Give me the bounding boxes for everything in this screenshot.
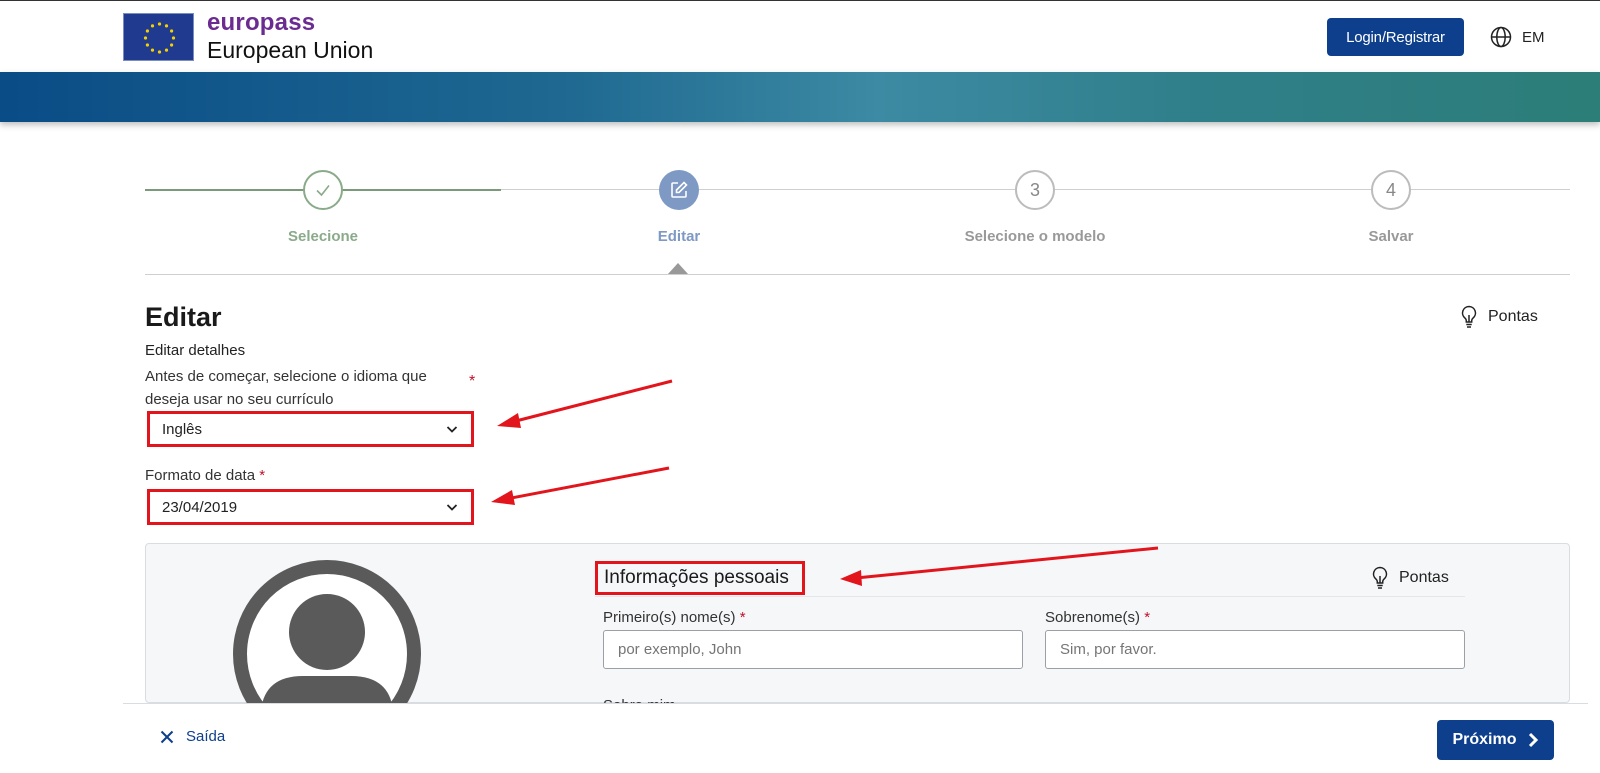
active-step-caret — [668, 263, 688, 274]
chevron-down-icon — [446, 504, 458, 511]
date-format-select[interactable]: 23/04/2019 — [147, 489, 474, 525]
eu-flag-icon[interactable] — [123, 13, 194, 61]
header-banner — [0, 72, 1600, 122]
date-format-label-text: Formato de data — [145, 467, 256, 484]
tips-button[interactable]: Pontas — [1460, 305, 1538, 329]
personal-info-title: Informações pessoais — [595, 561, 805, 595]
step-number: 3 — [1015, 170, 1055, 210]
chevron-right-icon — [1528, 732, 1538, 748]
exit-label: Saída — [186, 728, 226, 745]
progress-stepper: Selecione Editar 3 Selecione o modelo 4 … — [145, 166, 1570, 276]
login-register-button[interactable]: Login/Registrar — [1327, 18, 1464, 56]
step-label: Editar — [657, 228, 701, 245]
step-number: 4 — [1371, 170, 1411, 210]
last-name-label: Sobrenome(s) * — [1045, 609, 1150, 626]
section-subtitle: Editar detalhes — [145, 342, 246, 359]
next-label: Próximo — [1452, 731, 1517, 748]
edit-icon — [659, 170, 699, 210]
page-title: Editar — [145, 302, 222, 332]
first-name-input[interactable] — [603, 630, 1023, 669]
required-marker: * — [469, 373, 476, 390]
chevron-down-icon — [446, 426, 458, 433]
exit-button[interactable]: Saída — [160, 728, 225, 745]
required-marker: * — [739, 609, 746, 626]
panel-divider — [595, 596, 1465, 597]
language-question: Antes de começar, selecione o idioma que… — [145, 368, 427, 408]
lightbulb-icon — [1372, 566, 1388, 589]
step-label: Salvar — [1368, 228, 1414, 245]
step-edit[interactable]: Editar — [579, 170, 779, 245]
site-header: europass European Union Login/Registrar … — [0, 0, 1600, 72]
stepper-divider — [145, 274, 1570, 275]
required-marker: * — [259, 467, 266, 484]
first-name-label: Primeiro(s) nome(s) * — [603, 609, 746, 626]
step-save[interactable]: 4 Salvar — [1291, 170, 1491, 245]
date-format-label: Formato de data * — [145, 467, 265, 484]
language-code: EM — [1522, 28, 1545, 46]
globe-icon — [1490, 26, 1512, 48]
select-value: Inglês — [162, 420, 203, 438]
step-select[interactable]: Selecione — [223, 170, 423, 245]
last-name-input[interactable] — [1045, 630, 1465, 669]
step-select-template[interactable]: 3 Selecione o modelo — [935, 170, 1135, 245]
step-label: Selecione — [287, 228, 359, 245]
org-name: European Union — [207, 37, 374, 63]
next-button[interactable]: Próximo — [1437, 720, 1554, 760]
tips-label: Pontas — [1488, 308, 1538, 325]
annotation-arrow — [505, 466, 670, 501]
annotation-arrow — [511, 379, 673, 424]
required-marker: * — [1144, 609, 1151, 626]
brand-name[interactable]: europass — [207, 9, 315, 37]
check-icon — [303, 170, 343, 210]
lightbulb-icon — [1461, 305, 1477, 328]
last-name-label-text: Sobrenome(s) — [1045, 609, 1141, 626]
language-selector[interactable]: EM — [1490, 26, 1545, 48]
step-label: Selecione o modelo — [964, 228, 1106, 245]
personal-info-tips-button[interactable]: Pontas — [1371, 566, 1449, 590]
footer-bar — [123, 703, 1588, 773]
cv-language-select[interactable]: Inglês — [147, 411, 474, 447]
tips-label: Pontas — [1399, 569, 1449, 586]
select-value: 23/04/2019 — [162, 498, 238, 516]
first-name-label-text: Primeiro(s) nome(s) — [603, 609, 736, 626]
close-icon — [160, 730, 174, 743]
